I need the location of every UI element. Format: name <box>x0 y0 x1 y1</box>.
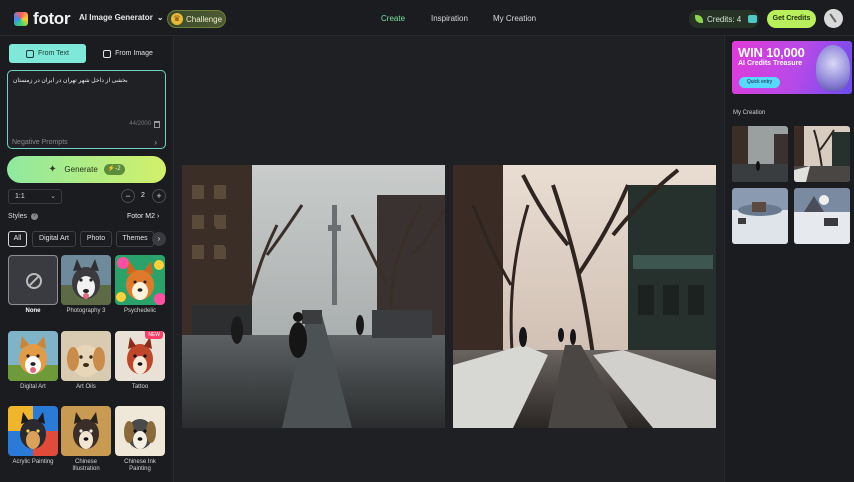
nav-inspiration[interactable]: Inspiration <box>431 14 468 23</box>
lion-illustration <box>816 45 850 91</box>
no-style-icon <box>26 273 42 289</box>
decrease-count-button[interactable]: − <box>121 189 135 203</box>
negative-prompts-label: Negative Prompts <box>12 139 68 146</box>
credit-cost-badge: ⚡-2 <box>103 164 125 175</box>
style-photography-3[interactable]: Photography 3 <box>61 255 111 315</box>
increase-count-button[interactable]: + <box>152 189 166 203</box>
my-creation-thumbnail[interactable] <box>794 188 850 244</box>
trash-icon[interactable] <box>154 121 160 128</box>
get-credits-button[interactable]: Get Credits <box>767 10 816 28</box>
gift-icon[interactable] <box>748 15 758 23</box>
avatar[interactable] <box>824 9 843 28</box>
fotor-logo-icon <box>14 12 28 26</box>
style-label: None <box>25 308 41 314</box>
styles-label: Styles <box>8 213 28 220</box>
aspect-ratio-select[interactable]: 1:1 ⌄ <box>8 189 62 204</box>
model-select[interactable]: Fotor M2 › <box>127 213 159 220</box>
chevron-down-icon: ⌄ <box>156 13 164 22</box>
style-label: Art Oils <box>76 384 96 390</box>
my-creation-title: My Creation <box>733 110 766 116</box>
generate-label: Generate <box>64 165 98 174</box>
chevron-down-icon: ⌄ <box>50 193 56 200</box>
left-panel: From Text From Image بخشی از داخل شهر ته… <box>0 36 174 482</box>
dog-thumbnail <box>115 406 165 456</box>
generated-image-1[interactable] <box>182 165 445 428</box>
nav-my-creation[interactable]: My Creation <box>493 14 536 23</box>
dog-thumbnail <box>8 406 58 456</box>
filter-digital-art[interactable]: Digital Art <box>32 231 76 247</box>
promo-banner[interactable]: WIN 10,000 AI Credits Treasure Quick ent… <box>732 41 852 94</box>
result-canvas <box>175 36 723 482</box>
style-label: Photography 3 <box>66 308 106 314</box>
style-thumb <box>8 255 58 305</box>
generated-image-2[interactable] <box>453 165 716 428</box>
credit-cost: -2 <box>115 166 121 172</box>
generate-button[interactable]: ✦ Generate ⚡-2 <box>7 156 166 183</box>
challenge-label: Challenge <box>186 14 223 24</box>
style-label: Tattoo <box>131 384 149 390</box>
chevron-right-icon: › <box>154 138 157 147</box>
prompt-counter: 44/2000 <box>129 121 151 127</box>
filter-all[interactable]: All <box>8 231 27 247</box>
tab-from-text-label: From Text <box>38 50 69 57</box>
negative-prompts-toggle[interactable]: Negative Prompts › <box>7 136 166 150</box>
image-icon <box>103 49 112 58</box>
style-psychedelic[interactable]: Psychedelic <box>115 255 165 315</box>
style-label: Chinese Ink Painting <box>124 459 156 472</box>
nav-create[interactable]: Create <box>381 14 405 23</box>
help-icon[interactable]: ? <box>31 213 39 220</box>
chevron-right-icon[interactable]: › <box>152 232 166 246</box>
style-chinese-ink-painting[interactable]: Chinese Ink Painting <box>115 406 165 473</box>
prompt-text: بخشی از داخل شهر تهران در ایران در زمستا… <box>13 78 128 84</box>
dog-thumbnail: NEW <box>115 331 165 381</box>
banner-title: WIN 10,000 <box>738 45 805 60</box>
text-icon <box>26 49 34 58</box>
dog-thumbnail <box>61 255 111 305</box>
model-label: Fotor M2 <box>127 213 156 220</box>
dog-thumbnail <box>115 255 165 305</box>
top-bar: fotor AI Image Generator ⌄ ♛ Challenge C… <box>0 0 854 36</box>
style-none[interactable]: None <box>8 255 58 315</box>
credits-badge[interactable]: Credits: 4 <box>689 10 759 28</box>
leaf-icon <box>695 15 703 23</box>
tab-from-image[interactable]: From Image <box>91 44 165 63</box>
my-creation-thumbnail[interactable] <box>794 126 850 182</box>
trophy-icon: ♛ <box>171 13 183 25</box>
style-label: Psychedelic <box>123 308 156 314</box>
image-count: 2 <box>141 192 145 199</box>
style-digital-art[interactable]: Digital Art <box>8 331 58 391</box>
style-art-oils[interactable]: Art Oils <box>61 331 111 391</box>
magic-wand-icon: ✦ <box>48 163 57 175</box>
challenge-button[interactable]: ♛ Challenge <box>167 10 226 28</box>
right-panel: WIN 10,000 AI Credits Treasure Quick ent… <box>724 36 854 482</box>
aspect-ratio-value: 1:1 <box>15 193 25 200</box>
dog-thumbnail <box>61 331 111 381</box>
app-name: fotor <box>33 9 71 28</box>
dog-thumbnail <box>8 331 58 381</box>
banner-subtitle: AI Credits Treasure <box>738 60 803 67</box>
generator-menu-label: AI Image Generator <box>79 13 153 22</box>
credits-label: Credits: 4 <box>707 14 742 24</box>
fotor-logo[interactable]: fotor <box>14 9 71 29</box>
styles-heading: Styles ? <box>8 213 39 220</box>
filter-themes[interactable]: Themes <box>116 231 154 247</box>
tab-from-text[interactable]: From Text <box>9 44 86 63</box>
style-chinese-illustration[interactable]: Chinese Illustration <box>61 406 111 473</box>
style-acrylic-painting[interactable]: Acrylic Painting <box>8 406 58 466</box>
filter-photo[interactable]: Photo <box>80 231 112 247</box>
style-label: Chinese Illustration <box>72 459 100 472</box>
tab-from-image-label: From Image <box>115 50 153 57</box>
my-creation-thumbnail[interactable] <box>732 126 788 182</box>
new-badge: NEW <box>145 331 163 339</box>
style-label: Digital Art <box>20 384 46 390</box>
quick-entry-button[interactable]: Quick entry <box>739 77 780 88</box>
my-creation-thumbnail[interactable] <box>732 188 788 244</box>
dog-thumbnail <box>61 406 111 456</box>
style-tattoo[interactable]: NEW Tattoo <box>115 331 165 391</box>
ai-image-generator-menu[interactable]: AI Image Generator ⌄ <box>79 13 164 22</box>
style-label: Acrylic Painting <box>12 459 54 465</box>
